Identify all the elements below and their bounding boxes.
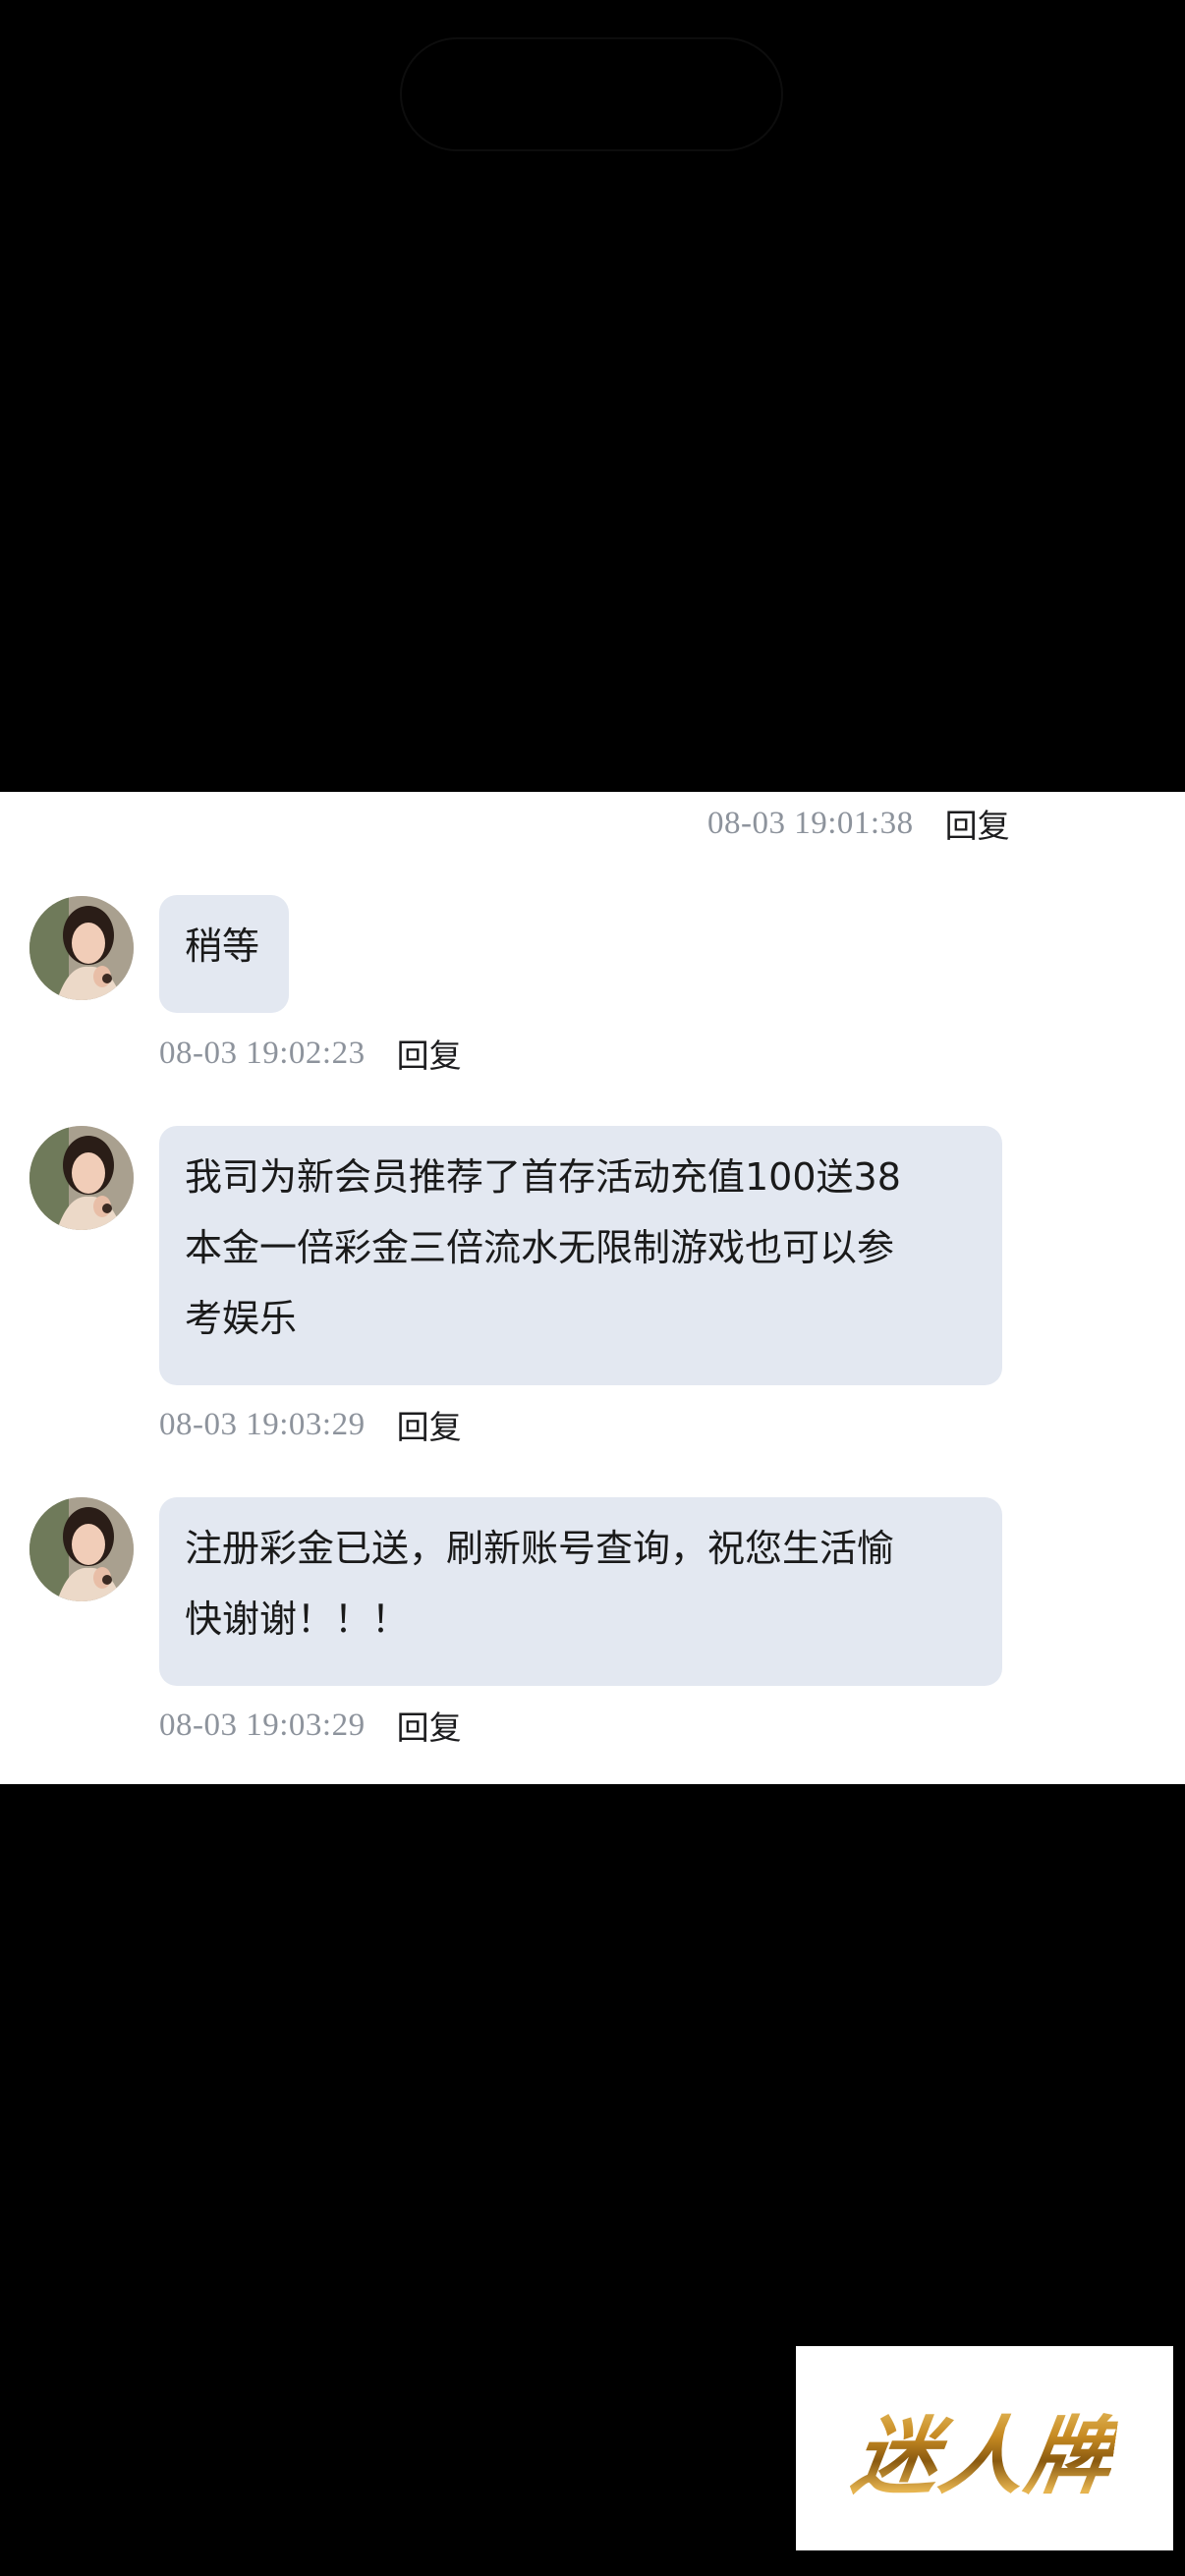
avatar[interactable] xyxy=(29,1126,134,1230)
message-text-line: 考娱乐 xyxy=(185,1297,298,1340)
message-timestamp: 08-03 19:03:29 xyxy=(159,1406,366,1442)
reply-button[interactable]: 回复 xyxy=(397,1702,462,1749)
reply-button[interactable]: 回复 xyxy=(397,1401,462,1448)
message-meta: 08-03 19:01:38 回复 xyxy=(707,800,1010,847)
avatar-photo-icon xyxy=(29,1497,134,1601)
avatar[interactable] xyxy=(29,1497,134,1601)
message-bubble[interactable]: 我司为新会员推荐了首存活动充值100送38 本金一倍彩金三倍流水无限制游戏也可以… xyxy=(159,1126,1002,1385)
message-text: 稍等 xyxy=(185,924,260,968)
message-text-line: 我司为新会员推荐了首存活动充值100送38 xyxy=(185,1155,901,1199)
message-meta: 08-03 19:03:29 回复 xyxy=(159,1702,462,1749)
avatar-photo-icon xyxy=(29,896,134,1000)
message-bubble[interactable]: 注册彩金已送，刷新账号查询，祝您生活愉 快谢谢！！！ xyxy=(159,1497,1002,1686)
reply-button[interactable]: 回复 xyxy=(397,1030,462,1077)
message-timestamp: 08-03 19:03:29 xyxy=(159,1707,366,1743)
reply-button[interactable]: 回复 xyxy=(945,800,1010,847)
avatar[interactable] xyxy=(29,896,134,1000)
message-bubble[interactable]: 稍等 xyxy=(159,895,289,1013)
message-timestamp: 08-03 19:01:38 xyxy=(707,805,914,841)
message-text-line: 注册彩金已送，刷新账号查询，祝您生活愉 xyxy=(185,1527,895,1570)
message-text-line: 快谢谢！！！ xyxy=(185,1597,410,1641)
watermark-logo: 迷人牌 xyxy=(796,2346,1173,2550)
message-timestamp: 08-03 19:02:23 xyxy=(159,1035,366,1071)
message-meta: 08-03 19:03:29 回复 xyxy=(159,1401,462,1448)
avatar-photo-icon xyxy=(29,1126,134,1230)
chat-message-list[interactable]: 08-03 19:01:38 回复 稍等 08-03 19:02:23 回复 我… xyxy=(0,792,1185,1784)
message-text-line: 本金一倍彩金三倍流水无限制游戏也可以参 xyxy=(185,1226,895,1269)
message-meta: 08-03 19:02:23 回复 xyxy=(159,1030,462,1077)
dynamic-island xyxy=(400,37,783,151)
watermark-text: 迷人牌 xyxy=(846,2387,1123,2510)
